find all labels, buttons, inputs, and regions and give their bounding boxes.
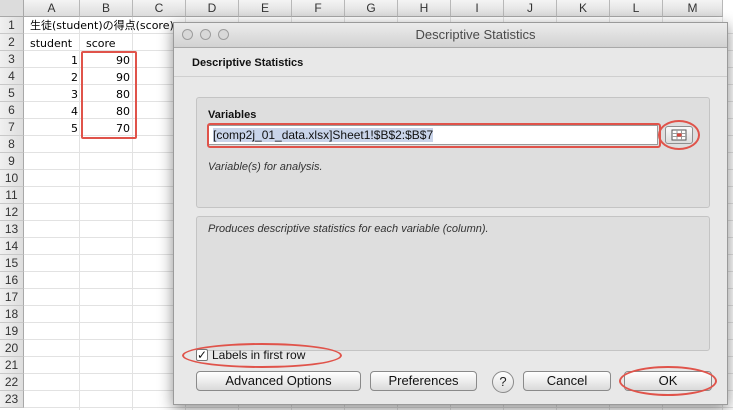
row-header[interactable]: 20: [0, 340, 24, 357]
column-header[interactable]: J: [504, 0, 557, 17]
column-header[interactable]: I: [451, 0, 504, 17]
column-header[interactable]: G: [345, 0, 398, 17]
column-header[interactable]: H: [398, 0, 451, 17]
column-header[interactable]: K: [557, 0, 610, 17]
row-header[interactable]: 7: [0, 119, 24, 136]
cancel-button[interactable]: Cancel: [523, 371, 611, 391]
row-header[interactable]: 19: [0, 323, 24, 340]
cell-student[interactable]: 5: [26, 120, 78, 137]
variables-highlight: [207, 123, 661, 148]
divider: [174, 76, 727, 77]
help-button[interactable]: ?: [492, 371, 514, 393]
variables-group: [196, 97, 710, 208]
row-header[interactable]: 16: [0, 272, 24, 289]
row-header[interactable]: 11: [0, 187, 24, 204]
row-header[interactable]: 21: [0, 357, 24, 374]
row-header[interactable]: 1: [0, 17, 24, 34]
column-header[interactable]: F: [292, 0, 345, 17]
row-header[interactable]: 17: [0, 289, 24, 306]
column-header[interactable]: B: [80, 0, 133, 17]
window-title: Descriptive Statistics: [415, 27, 536, 42]
row-header[interactable]: 12: [0, 204, 24, 221]
ok-highlight: [619, 366, 717, 396]
gridline: [24, 407, 733, 408]
column-header[interactable]: C: [133, 0, 186, 17]
cell-student[interactable]: 3: [26, 86, 78, 103]
title-bar[interactable]: Descriptive Statistics: [174, 23, 727, 48]
preferences-button[interactable]: Preferences: [370, 371, 477, 391]
column-header[interactable]: D: [186, 0, 239, 17]
row-header[interactable]: 13: [0, 221, 24, 238]
row-header[interactable]: 18: [0, 306, 24, 323]
cell-a1[interactable]: 生徒(student)の得点(score): [30, 17, 174, 34]
column-header[interactable]: M: [663, 0, 723, 17]
row-header[interactable]: 8: [0, 136, 24, 153]
cell-student[interactable]: 2: [26, 69, 78, 86]
row-header[interactable]: 4: [0, 68, 24, 85]
variables-help-text: Variable(s) for analysis.: [208, 161, 323, 173]
variables-label: Variables: [208, 109, 257, 121]
cell-a2[interactable]: student: [30, 35, 72, 52]
cell-b2[interactable]: score: [86, 35, 116, 52]
column-header[interactable]: L: [610, 0, 663, 17]
row-header[interactable]: 6: [0, 102, 24, 119]
row-header[interactable]: 10: [0, 170, 24, 187]
column-header[interactable]: E: [239, 0, 292, 17]
dialog-heading: Descriptive Statistics: [192, 57, 304, 69]
descriptive-statistics-dialog: Descriptive Statistics Descriptive Stati…: [173, 22, 728, 405]
advanced-options-button[interactable]: Advanced Options: [196, 371, 361, 391]
row-header[interactable]: 15: [0, 255, 24, 272]
row-header[interactable]: 2: [0, 34, 24, 51]
gridline: [79, 17, 80, 410]
labels-highlight: [182, 343, 342, 368]
cell-student[interactable]: 1: [26, 52, 78, 69]
column-header[interactable]: A: [24, 0, 80, 17]
score-range-highlight: [81, 51, 137, 139]
row-header[interactable]: 9: [0, 153, 24, 170]
row-header[interactable]: 14: [0, 238, 24, 255]
row-header[interactable]: 5: [0, 85, 24, 102]
description-text: Produces descriptive statistics for each…: [208, 223, 489, 235]
cell-student[interactable]: 4: [26, 103, 78, 120]
range-button-highlight: [658, 120, 700, 150]
row-header[interactable]: 3: [0, 51, 24, 68]
select-all-corner[interactable]: [0, 0, 24, 17]
description-group: [196, 216, 710, 351]
row-header[interactable]: 22: [0, 374, 24, 391]
row-header[interactable]: 23: [0, 391, 24, 408]
